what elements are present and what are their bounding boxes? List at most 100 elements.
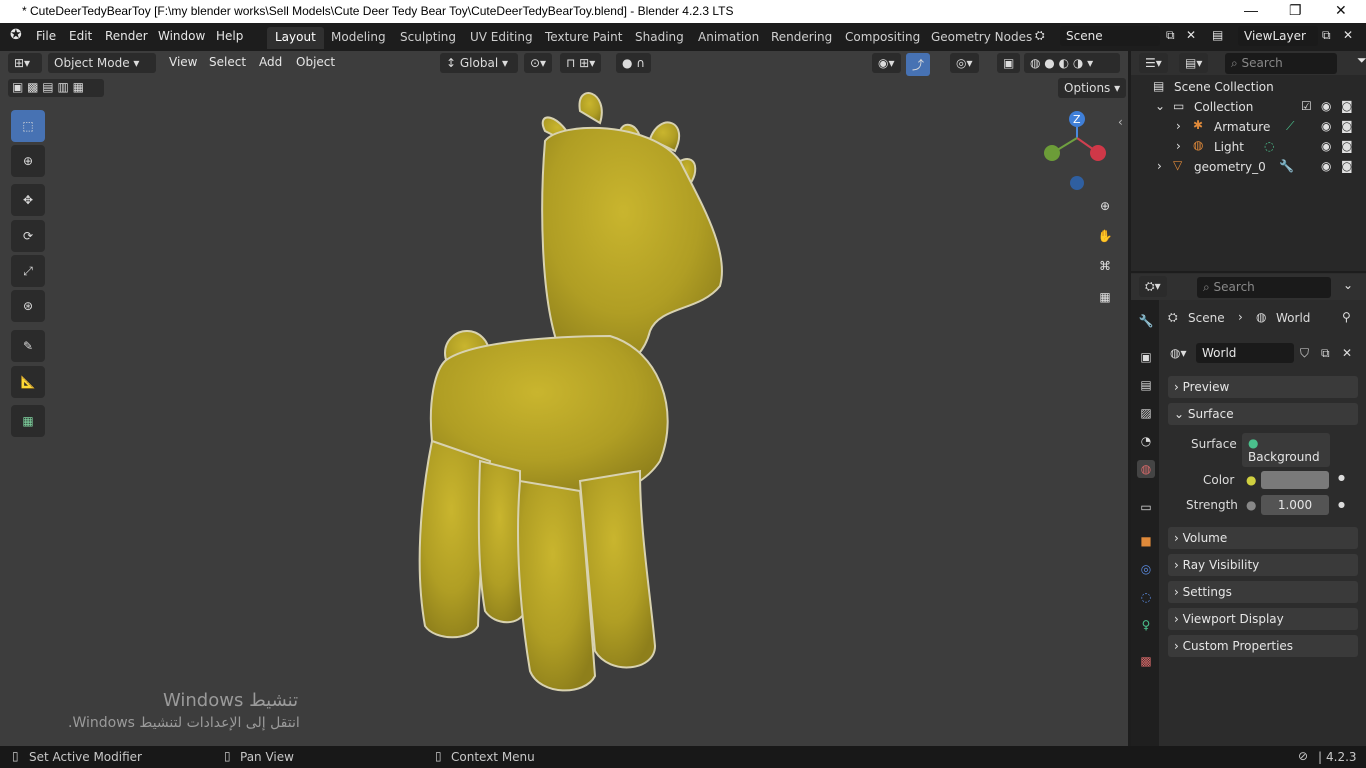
- render-tab-icon[interactable]: ▣: [1137, 348, 1155, 366]
- fake-user-shield-icon[interactable]: ⛉: [1300, 346, 1309, 361]
- world-name-field[interactable]: World: [1196, 343, 1294, 363]
- pan-hand-icon[interactable]: ✋: [1092, 223, 1118, 249]
- scene-selector[interactable]: Scene: [1060, 26, 1160, 46]
- shading-modes[interactable]: ◍ ● ◐ ◑ ▾: [1024, 53, 1120, 73]
- tab-rendering[interactable]: Rendering: [763, 27, 840, 49]
- select-box-tool[interactable]: ⬚: [11, 110, 45, 142]
- tab-uv-editing[interactable]: UV Editing: [462, 27, 541, 49]
- rotate-tool[interactable]: ⟳: [11, 220, 45, 252]
- panel-volume[interactable]: › Volume: [1168, 527, 1358, 549]
- outliner-search[interactable]: ⌕ Search: [1225, 53, 1337, 74]
- armature-data-icon[interactable]: ⟋: [1286, 119, 1294, 134]
- snap-icon[interactable]: ⊓ ⊞▾: [560, 53, 602, 73]
- tab-texture-paint[interactable]: Texture Paint: [537, 27, 630, 49]
- expand-chevron-icon[interactable]: ›: [1176, 139, 1181, 153]
- filter-icon[interactable]: ⏷: [1357, 53, 1366, 68]
- keyframe-dot-icon[interactable]: ●: [1338, 500, 1345, 509]
- view-layer-tab-icon[interactable]: ▨: [1137, 404, 1155, 422]
- measure-tool[interactable]: 📐: [11, 366, 45, 398]
- minimize-icon[interactable]: —: [1244, 2, 1258, 18]
- gizmo-y-axis[interactable]: [1044, 145, 1060, 161]
- physics-tab-icon[interactable]: ◌: [1137, 588, 1155, 606]
- world-browse-icon[interactable]: ◍▾: [1170, 346, 1187, 360]
- object-data-tab-icon[interactable]: ♀: [1137, 616, 1155, 634]
- panel-settings[interactable]: › Settings: [1168, 581, 1358, 603]
- menu-select[interactable]: Select: [209, 55, 246, 69]
- menu-edit[interactable]: Edit: [69, 29, 92, 43]
- scene-tab-icon[interactable]: ◔: [1137, 432, 1155, 450]
- menu-help[interactable]: Help: [216, 29, 243, 43]
- surface-shader-selector[interactable]: ● Background: [1242, 433, 1330, 467]
- tab-geometry-nodes[interactable]: Geometry Nodes: [923, 27, 1040, 49]
- panel-surface[interactable]: ⌄ Surface: [1168, 403, 1358, 425]
- keyframe-dot-icon[interactable]: ●: [1338, 473, 1345, 482]
- tab-sculpting[interactable]: Sculpting: [392, 27, 464, 49]
- menu-file[interactable]: File: [36, 29, 56, 43]
- navigation-gizmo[interactable]: Z: [1040, 108, 1120, 198]
- selection-mode-buttons[interactable]: ▣ ▩ ▤ ▥ ▦: [8, 79, 104, 97]
- remove-scene-icon[interactable]: ✕: [1186, 28, 1196, 42]
- new-view-layer-icon[interactable]: ⧉: [1322, 28, 1331, 43]
- view-layer-selector[interactable]: ViewLayer: [1238, 26, 1318, 46]
- color-socket-icon[interactable]: ●: [1246, 473, 1256, 487]
- eye-icon[interactable]: ◉: [1321, 119, 1331, 133]
- render-camera-icon[interactable]: ◙: [1341, 99, 1353, 113]
- add-cube-tool[interactable]: ▦: [11, 405, 45, 437]
- pin-icon[interactable]: ⚲: [1342, 310, 1351, 324]
- restore-icon[interactable]: ❐: [1289, 2, 1302, 19]
- move-tool[interactable]: ✥: [11, 184, 45, 216]
- new-scene-icon[interactable]: ⧉: [1166, 28, 1175, 43]
- eye-icon[interactable]: ◉: [1321, 159, 1331, 173]
- options-button[interactable]: Options ▾: [1058, 78, 1127, 98]
- world-tab-icon[interactable]: ◍: [1137, 460, 1155, 478]
- menu-view[interactable]: View: [169, 55, 197, 69]
- remove-view-layer-icon[interactable]: ✕: [1343, 28, 1353, 42]
- properties-editor-type-icon[interactable]: ⛭▾: [1139, 276, 1167, 297]
- gizmo-neg-z-axis[interactable]: [1070, 176, 1084, 190]
- proportional-edit-icon[interactable]: ● ∩: [616, 53, 652, 73]
- texture-tab-icon[interactable]: ▩: [1137, 652, 1155, 670]
- visibility-icon[interactable]: ◉▾: [872, 53, 901, 73]
- output-tab-icon[interactable]: ▤: [1137, 376, 1155, 394]
- cursor-tool[interactable]: ⊕: [11, 145, 45, 177]
- properties-search[interactable]: ⌕ Search: [1197, 277, 1331, 298]
- view-layer-icon[interactable]: ▤: [1212, 28, 1223, 42]
- gizmo-toggle-icon[interactable]: ⤴: [906, 53, 931, 76]
- expand-chevron-icon[interactable]: ›: [1176, 119, 1181, 133]
- blender-logo-icon[interactable]: ✪: [10, 27, 22, 43]
- tab-animation[interactable]: Animation: [690, 27, 767, 49]
- perspective-grid-icon[interactable]: ▦: [1092, 284, 1118, 310]
- panel-custom-properties[interactable]: › Custom Properties: [1168, 635, 1358, 657]
- tree-row-light[interactable]: › ◍ Light ◌ ◉ ◙: [1131, 137, 1366, 157]
- scene-icon[interactable]: ⛭: [1035, 28, 1045, 43]
- xray-icon[interactable]: ▣: [997, 53, 1021, 73]
- tab-compositing[interactable]: Compositing: [837, 27, 928, 49]
- tool-tab-icon[interactable]: 🔧: [1137, 312, 1155, 330]
- properties-options-icon[interactable]: ⌄: [1343, 278, 1353, 292]
- menu-add[interactable]: Add: [259, 55, 282, 69]
- pivot-icon[interactable]: ⊙▾: [524, 53, 553, 73]
- close-window-icon[interactable]: ✕: [1335, 2, 1347, 19]
- render-camera-icon[interactable]: ◙: [1341, 159, 1353, 173]
- menu-object[interactable]: Object: [296, 55, 335, 69]
- transform-tool[interactable]: ⊛: [11, 290, 45, 322]
- camera-icon[interactable]: ⌘: [1092, 253, 1118, 279]
- exclude-checkbox-icon[interactable]: ☑: [1301, 99, 1312, 113]
- tree-row-collection[interactable]: ⌄ ▭ Collection ☑ ◉ ◙: [1131, 97, 1366, 117]
- tab-modeling[interactable]: Modeling: [323, 27, 394, 49]
- strength-input[interactable]: 1.000: [1261, 495, 1329, 515]
- display-mode-icon[interactable]: ▤▾: [1179, 53, 1209, 73]
- modifier-tab-icon[interactable]: ◎: [1137, 560, 1155, 578]
- tab-shading[interactable]: Shading: [627, 27, 692, 49]
- tree-row-geometry[interactable]: › ▽ geometry_0 🔧 ◉ ◙: [1131, 157, 1366, 177]
- zoom-icon[interactable]: ⊕: [1092, 193, 1118, 219]
- light-data-icon[interactable]: ◌: [1264, 139, 1274, 153]
- menu-render[interactable]: Render: [105, 29, 148, 43]
- annotate-tool[interactable]: ✎: [11, 330, 45, 362]
- expand-chevron-icon[interactable]: ›: [1157, 159, 1162, 173]
- render-camera-icon[interactable]: ◙: [1341, 139, 1353, 153]
- panel-viewport-display[interactable]: › Viewport Display: [1168, 608, 1358, 630]
- eye-icon[interactable]: ◉: [1321, 139, 1331, 153]
- overlay-icon[interactable]: ◎▾: [950, 53, 979, 73]
- orientation-selector[interactable]: ↕ Global ▾: [440, 53, 518, 73]
